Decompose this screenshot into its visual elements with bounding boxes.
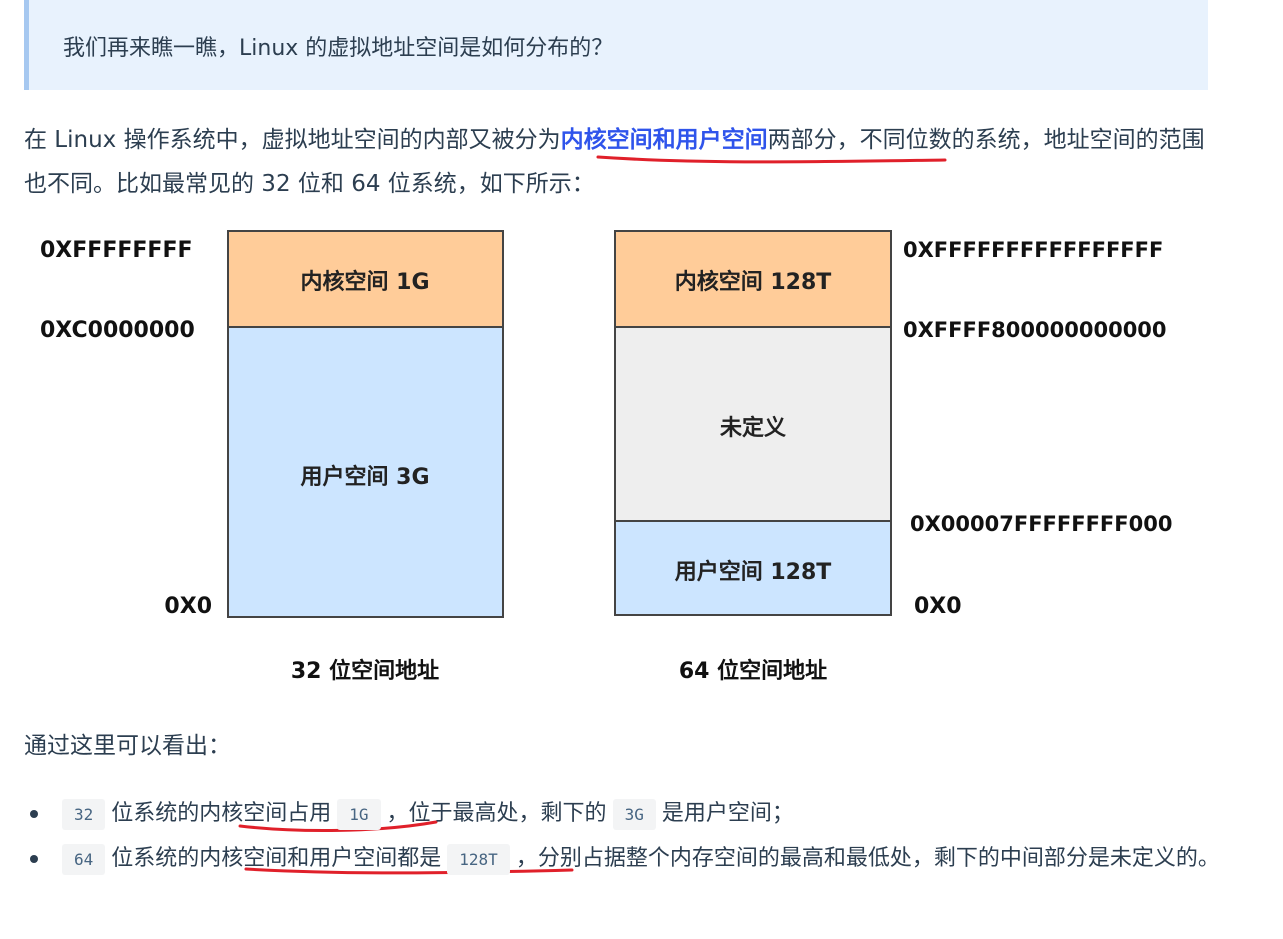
addr-mid-32: 0XC0000000: [40, 318, 195, 343]
list-item: 32 位系统的内核空间占用 1G ，位于最高处，剩下的 3G 是用户空间；: [24, 792, 1224, 837]
bullet-list: 32 位系统的内核空间占用 1G ，位于最高处，剩下的 3G 是用户空间； 64 位系统的内…: [24, 792, 1224, 882]
list-item: 64 位系统的内核空间和用户空间都是 128T ，分别占据整个内存空间的最高和最低处，…: [24, 837, 1224, 882]
list-text: 是用户空间；: [661, 801, 794, 826]
list-text: 位系统的内核空间占用: [111, 801, 332, 826]
list-text: 位系统的内核空间和用户空间都是: [111, 846, 442, 871]
kernel-label-64: 内核空间 128T: [675, 269, 832, 295]
kernel-label-32: 内核空间 1G: [300, 269, 429, 295]
list-text: ，位于最高处，剩下的: [386, 801, 607, 826]
addr-mid-64: 0XFFFF800000000000: [903, 318, 1167, 342]
addr-top-32: 0XFFFFFFFF: [40, 238, 193, 263]
inline-code: 32: [62, 799, 106, 830]
caption-64: 64 位空间地址: [679, 658, 827, 684]
summary-lead: 通过这里可以看出：: [24, 733, 231, 759]
address-space-diagram: 内核空间 1G 用户空间 3G 0XFFFFFFFF 0XC0000000 0X…: [40, 230, 1172, 684]
user-label-32: 用户空间 3G: [300, 464, 429, 490]
inline-code: 128T: [447, 844, 510, 875]
addr-top-64: 0XFFFFFFFFFFFFFFFF: [903, 238, 1163, 262]
list-text: ，分别占据整个内存空间的最高和最低处，剩下的中间部分是未定义的。: [515, 846, 1220, 871]
inline-code: 64: [62, 844, 106, 875]
inline-code: 3G: [612, 799, 656, 830]
undefined-label-64: 未定义: [720, 415, 786, 441]
bullet-dot: [30, 810, 38, 818]
user-label-64: 用户空间 128T: [675, 559, 832, 585]
addr-bottom-32: 0X0: [164, 594, 212, 619]
inline-code: 1G: [337, 799, 381, 830]
bullet-dot: [30, 855, 38, 863]
addr-bottom-64: 0X0: [914, 594, 962, 619]
addr-low-64: 0X00007FFFFFFFF000: [910, 512, 1172, 536]
caption-32: 32 位空间地址: [291, 658, 439, 684]
